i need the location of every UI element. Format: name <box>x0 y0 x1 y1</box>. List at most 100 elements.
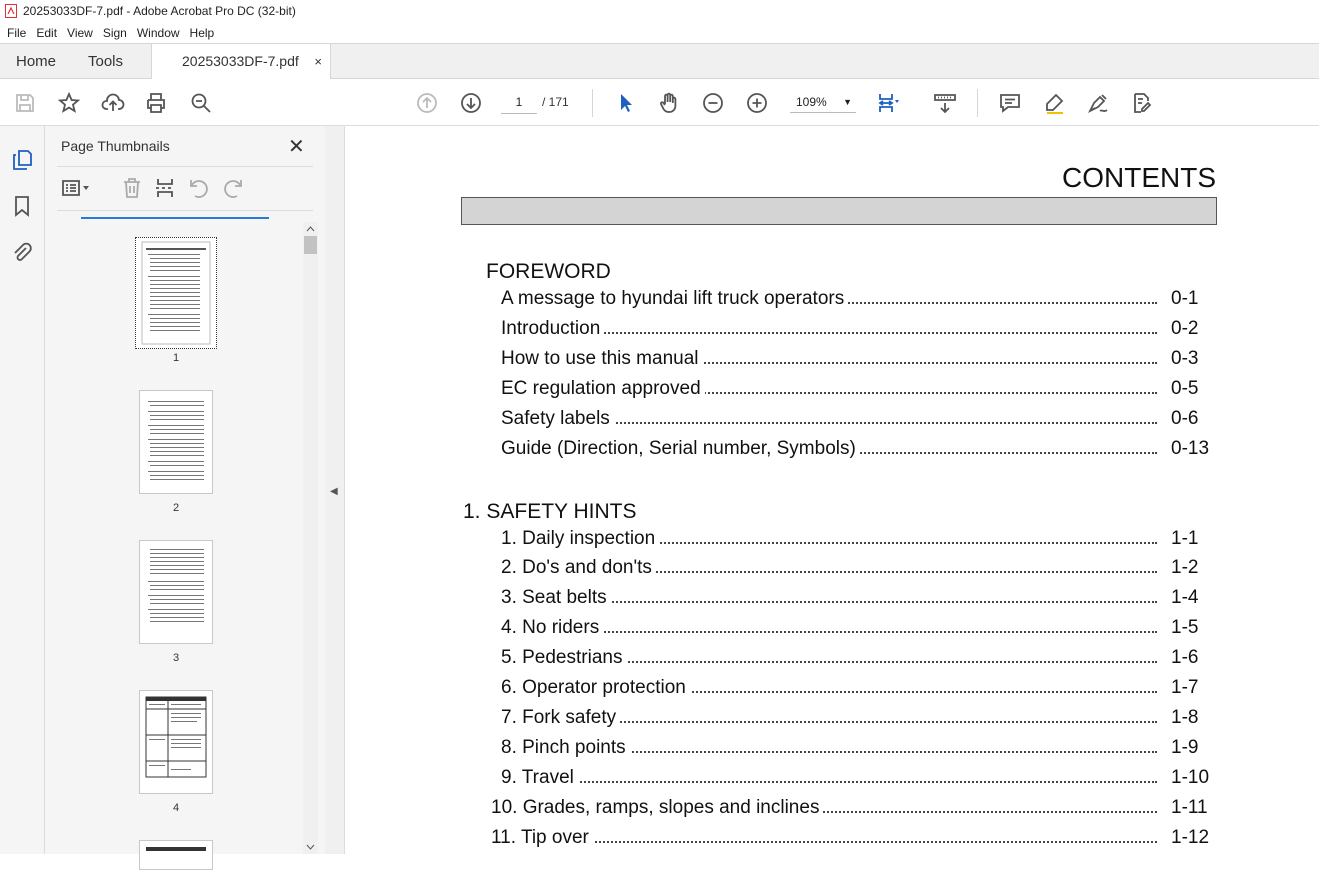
scroll-mode-icon[interactable] <box>933 91 957 115</box>
thumbnail-preview <box>146 847 206 851</box>
menu-help[interactable]: Help <box>190 26 215 40</box>
toc-entry-label: Introduction <box>501 318 605 340</box>
toc-entry-label: 8. Pinch points <box>501 737 630 759</box>
toc-entry[interactable]: 9. Travel 1-10 <box>501 767 1221 793</box>
toc-entry-page: 0-3 <box>1171 348 1199 369</box>
menu-bar: File Edit View Sign Window Help <box>0 22 1319 43</box>
tab-close-icon[interactable]: × <box>314 44 322 79</box>
toc-entry-page: 1-12 <box>1171 827 1210 848</box>
thumbnails-scrollbar[interactable] <box>303 222 318 854</box>
find-zoom-icon[interactable] <box>189 91 213 115</box>
menu-sign[interactable]: Sign <box>103 26 127 40</box>
page-thumbnails-icon[interactable] <box>10 148 34 172</box>
toc-entry[interactable]: 6. Operator protection 1-7 <box>501 677 1221 703</box>
menu-file[interactable]: File <box>7 26 26 40</box>
toc-entry-page: 0-1 <box>1171 288 1199 309</box>
previous-page-icon[interactable] <box>415 91 439 115</box>
zoom-select[interactable]: 109% ▼ <box>790 91 856 113</box>
next-page-icon[interactable] <box>459 91 483 115</box>
page-number-input[interactable]: 1 <box>501 91 537 114</box>
toc-entry-label: 9. Travel <box>501 767 578 789</box>
tab-bar: Home Tools 20253033DF-7.pdf × <box>0 43 1319 80</box>
toc-entry-page: 0-13 <box>1171 438 1210 459</box>
toc-entry[interactable]: How to use this manual 0-3 <box>501 348 1221 374</box>
print-icon[interactable] <box>144 91 168 115</box>
page-thumbnail-2[interactable] <box>139 390 213 494</box>
toc-entry[interactable]: Introduction 0-2 <box>501 318 1221 344</box>
bookmark-icon[interactable] <box>10 194 34 218</box>
page-thumbnail-3[interactable] <box>139 540 213 644</box>
comment-icon[interactable] <box>998 91 1022 115</box>
highlight-icon[interactable] <box>1042 91 1066 115</box>
zoom-in-icon[interactable] <box>745 91 769 115</box>
attachment-icon[interactable] <box>10 240 34 264</box>
menu-edit[interactable]: Edit <box>36 26 57 40</box>
split-page-icon[interactable] <box>153 176 177 200</box>
thumbnail-options-icon[interactable] <box>60 176 89 200</box>
menu-window[interactable]: Window <box>137 26 180 40</box>
toc-entry[interactable]: 5. Pedestrians 1-6 <box>501 647 1221 673</box>
toc-entry[interactable]: 4. No riders 1-5 <box>501 617 1221 643</box>
thumbnail-preview <box>148 549 204 622</box>
sign-pen-icon[interactable] <box>1086 91 1110 115</box>
thumbnail-preview <box>145 696 207 778</box>
toc-entry-page: 1-8 <box>1171 707 1199 728</box>
panel-close-icon[interactable]: ✕ <box>288 134 305 159</box>
toc-entry-label: 10. Grades, ramps, slopes and inclines <box>491 797 824 819</box>
toc-entry-page: 1-10 <box>1171 767 1210 788</box>
toc-entry[interactable]: 2. Do's and don'ts 1-2 <box>501 557 1221 583</box>
toc-entry[interactable]: EC regulation approved 0-5 <box>501 378 1221 404</box>
thumbnail-preview <box>148 401 204 480</box>
toc-entry[interactable]: Guide (Direction, Serial number, Symbols… <box>501 438 1221 464</box>
scroll-up-icon[interactable] <box>303 224 318 234</box>
rotate-counterclockwise-icon[interactable] <box>187 176 211 200</box>
page-thumbnail-4[interactable] <box>139 690 213 794</box>
tab-home[interactable]: Home <box>16 44 56 79</box>
tab-document[interactable]: 20253033DF-7.pdf × <box>151 44 331 80</box>
toc-entry-page: 0-6 <box>1171 408 1199 429</box>
toc-entry-page: 1-7 <box>1171 677 1199 698</box>
save-icon[interactable] <box>13 91 37 115</box>
page-thumbnail-1[interactable] <box>135 237 217 349</box>
toc-entry[interactable]: 10. Grades, ramps, slopes and inclines 1-… <box>491 797 1221 823</box>
toc-entry-page: 1-2 <box>1171 557 1199 578</box>
tab-tools[interactable]: Tools <box>88 44 123 79</box>
star-icon[interactable] <box>57 91 81 115</box>
toc-entry-page: 1-11 <box>1171 797 1208 818</box>
toc-entry-page: 1-5 <box>1171 617 1199 638</box>
toc-entry-label: 7. Fork safety <box>501 707 621 729</box>
panel-tab-indicator <box>81 217 269 219</box>
toc-entry[interactable]: 3. Seat belts 1-4 <box>501 587 1221 613</box>
scrollbar-thumb[interactable] <box>304 236 317 254</box>
toc-entry-label: Safety labels <box>501 408 614 430</box>
toc-entry-label: 11. Tip over <box>491 827 593 849</box>
toc-entry-label: 2. Do's and don'ts <box>501 557 656 579</box>
thumbnails-panel: Page Thumbnails ✕ 1 2 3 4 <box>45 126 325 870</box>
edit-pdf-icon[interactable] <box>1129 91 1153 115</box>
toc-entry[interactable]: 7. Fork safety 1-8 <box>501 707 1221 733</box>
toc-entry[interactable]: 8. Pinch points 1-9 <box>501 737 1221 763</box>
zoom-out-icon[interactable] <box>701 91 725 115</box>
scroll-down-icon[interactable] <box>303 842 318 852</box>
toc-entry-label: 6. Operator protection <box>501 677 690 699</box>
toc-entry[interactable]: A message to hyundai lift truck operator… <box>501 288 1221 314</box>
select-cursor-icon[interactable] <box>613 91 637 115</box>
thumbnail-page-number: 4 <box>172 802 180 814</box>
chevron-down-icon: ▼ <box>843 97 852 107</box>
toc-entry-label: Guide (Direction, Serial number, Symbols… <box>501 438 860 460</box>
page-thumbnail-5[interactable] <box>139 840 213 870</box>
toc-entry[interactable]: 11. Tip over 1-12 <box>491 827 1221 853</box>
delete-page-icon[interactable] <box>120 176 144 200</box>
title-rule-bar <box>461 197 1217 225</box>
hand-tool-icon[interactable] <box>657 91 681 115</box>
page-fit-icon[interactable] <box>876 91 900 115</box>
upload-cloud-icon[interactable] <box>101 91 125 115</box>
toc-entry[interactable]: 1. Daily inspection 1-1 <box>501 528 1221 554</box>
tab-document-label: 20253033DF-7.pdf <box>182 53 299 69</box>
menu-view[interactable]: View <box>67 26 93 40</box>
acrobat-icon <box>5 4 17 18</box>
panel-collapse-handle[interactable]: ◀ <box>325 126 345 854</box>
rotate-clockwise-icon[interactable] <box>221 176 245 200</box>
toc-entry[interactable]: Safety labels 0-6 <box>501 408 1221 434</box>
toc-entry-page: 0-2 <box>1171 318 1199 339</box>
